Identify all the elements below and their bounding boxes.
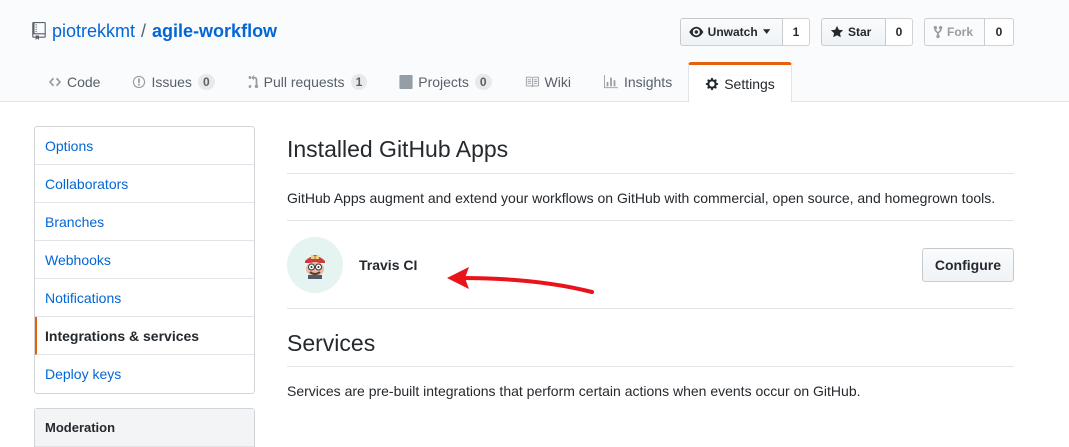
- sidebar-item-notifications[interactable]: Notifications: [35, 279, 254, 317]
- app-row-travis: T Travis CI Configure: [287, 221, 1014, 309]
- services-title: Services: [287, 330, 376, 356]
- issue-icon: [133, 75, 146, 89]
- sidebar-item-webhooks[interactable]: Webhooks: [35, 241, 254, 279]
- star-icon: [830, 25, 844, 38]
- red-annotation-arrow: [447, 267, 594, 294]
- repo-title: piotrekkmt / agile-workflow: [32, 20, 277, 42]
- eye-icon: [689, 26, 704, 38]
- sidebar-item-integrations-services[interactable]: Integrations & services: [35, 317, 254, 355]
- app-name[interactable]: Travis CI: [359, 257, 417, 273]
- pull-request-icon: [248, 75, 258, 89]
- tab-insights[interactable]: Insights: [587, 62, 688, 102]
- fork-group: Fork 0: [924, 18, 1014, 46]
- gear-icon: [706, 77, 719, 90]
- code-icon: [48, 77, 62, 87]
- fork-count[interactable]: 0: [985, 18, 1014, 46]
- project-icon: [399, 75, 413, 89]
- tab-projects-label: Projects: [418, 74, 469, 90]
- tab-wiki[interactable]: Wiki: [508, 62, 587, 102]
- unwatch-button[interactable]: Unwatch: [680, 18, 783, 46]
- apps-description: GitHub Apps augment and extend your work…: [287, 190, 996, 206]
- repo-owner-link[interactable]: piotrekkmt: [52, 21, 135, 42]
- sidebar-item-collaborators[interactable]: Collaborators: [35, 165, 254, 203]
- star-label: Star: [848, 25, 872, 39]
- tab-code-label: Code: [67, 74, 101, 90]
- tab-wiki-label: Wiki: [544, 74, 571, 90]
- travis-ci-avatar: T: [287, 236, 343, 293]
- tab-pull-requests-label: Pull requests: [263, 74, 345, 90]
- repo-icon: [32, 22, 46, 40]
- services-description: Services are pre-built integrations that…: [287, 383, 861, 399]
- tab-pull-requests[interactable]: Pull requests 1: [231, 62, 384, 102]
- travis-mascot-icon: T: [305, 254, 325, 279]
- moderation-sidebar: Moderation: [34, 408, 255, 447]
- repo-header: piotrekkmt / agile-workflow Unwatch 1 St…: [0, 0, 1069, 103]
- repo-nav-tabs: Code Issues 0 Pull requests 1 Projects 0…: [32, 62, 792, 103]
- book-icon: [525, 76, 539, 88]
- repo-separator: /: [141, 20, 147, 41]
- configure-button[interactable]: Configure: [921, 248, 1014, 282]
- tab-issues[interactable]: Issues 0: [116, 62, 230, 102]
- settings-sidebar: Options Collaborators Branches Webhooks …: [34, 126, 255, 394]
- tab-insights-label: Insights: [623, 74, 673, 90]
- fork-icon: [933, 25, 943, 39]
- fork-button[interactable]: Fork: [924, 18, 985, 46]
- star-group: Star 0: [821, 18, 913, 46]
- watch-count[interactable]: 1: [783, 18, 810, 46]
- tab-issues-label: Issues: [151, 74, 192, 90]
- repo-name-link[interactable]: agile-workflow: [152, 21, 277, 42]
- sidebar-item-branches[interactable]: Branches: [35, 203, 254, 241]
- projects-counter: 0: [474, 74, 492, 90]
- fork-label: Fork: [947, 25, 974, 39]
- apps-title: Installed GitHub Apps: [287, 136, 509, 162]
- main-content: Installed GitHub Apps GitHub Apps augmen…: [287, 126, 1014, 399]
- watch-group: Unwatch 1: [680, 18, 810, 46]
- apps-subhead: Installed GitHub Apps: [287, 126, 1014, 174]
- star-count[interactable]: 0: [886, 18, 913, 46]
- sidebar-item-options[interactable]: Options: [35, 127, 254, 165]
- tab-code[interactable]: Code: [32, 62, 116, 102]
- tab-settings-label: Settings: [724, 75, 775, 92]
- unwatch-label: Unwatch: [707, 25, 758, 39]
- services-subhead: Services: [287, 321, 1014, 367]
- caret-down-icon: [762, 29, 770, 34]
- issues-counter: 0: [197, 74, 215, 90]
- pull-requests-counter: 1: [350, 74, 368, 90]
- moderation-heading: Moderation: [35, 409, 254, 447]
- star-button[interactable]: Star: [821, 18, 886, 46]
- graph-icon: [603, 75, 618, 89]
- tab-projects[interactable]: Projects 0: [383, 62, 507, 102]
- sidebar-item-deploy-keys[interactable]: Deploy keys: [35, 355, 254, 393]
- tab-settings[interactable]: Settings: [688, 62, 792, 103]
